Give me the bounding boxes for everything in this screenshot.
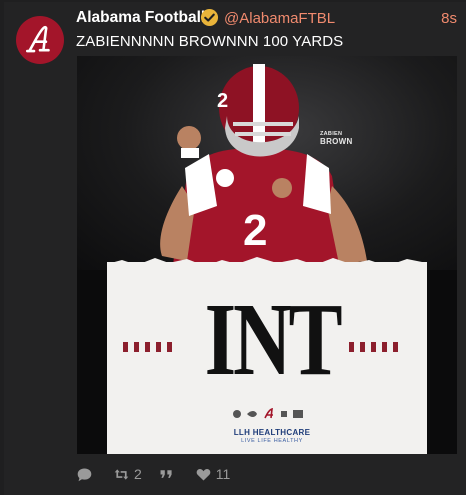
user-handle[interactable]: @AlabamaFTBL <box>224 10 335 27</box>
sponsor-name: LLH HEALTHCARE <box>233 428 311 437</box>
quote-icon <box>160 469 172 478</box>
like-button[interactable]: 11 <box>195 466 231 483</box>
tweet-actions: 2 11 <box>76 464 246 484</box>
sponsor-logos-row <box>233 408 303 419</box>
heart-icon <box>196 468 211 480</box>
retweet-count: 2 <box>134 466 142 482</box>
timestamp[interactable]: 8s <box>441 10 457 27</box>
player-photo: ZABIEN BROWN 2 2 <box>77 56 457 270</box>
tweet-card[interactable]: Alabama Football @AlabamaFTBL 8s ZABIENN… <box>4 2 466 495</box>
app-frame: Alabama Football @AlabamaFTBL 8s ZABIENN… <box>0 0 466 495</box>
decorative-dashes-left <box>123 339 187 352</box>
retweet-button[interactable]: 2 <box>113 466 142 483</box>
alabama-script-a-logo <box>25 25 50 53</box>
sponsor-tagline: LIVE LIFE HEALTHY <box>241 438 303 444</box>
verified-badge-icon <box>200 8 219 27</box>
reply-icon <box>77 468 92 481</box>
avatar[interactable] <box>16 16 64 64</box>
helmet-number: 2 <box>217 90 229 112</box>
quote-button[interactable] <box>158 466 179 483</box>
reply-button[interactable] <box>76 466 97 483</box>
retweet-icon <box>114 468 129 480</box>
decorative-dashes-right <box>349 339 413 352</box>
graphic-headline: INT <box>204 282 343 397</box>
tweet-media-image[interactable]: ZABIEN BROWN 2 2 INT LLH HEALTHCARE LIVE… <box>77 56 457 454</box>
player-last-name: BROWN <box>320 137 353 146</box>
display-name[interactable]: Alabama Football <box>76 9 205 27</box>
player-name-tag: ZABIEN BROWN <box>320 131 353 146</box>
like-count: 11 <box>215 466 231 482</box>
jersey-number: 2 <box>243 206 268 255</box>
tweet-text: ZABIENNNNN BROWNNN 100 YARDS <box>76 33 344 50</box>
